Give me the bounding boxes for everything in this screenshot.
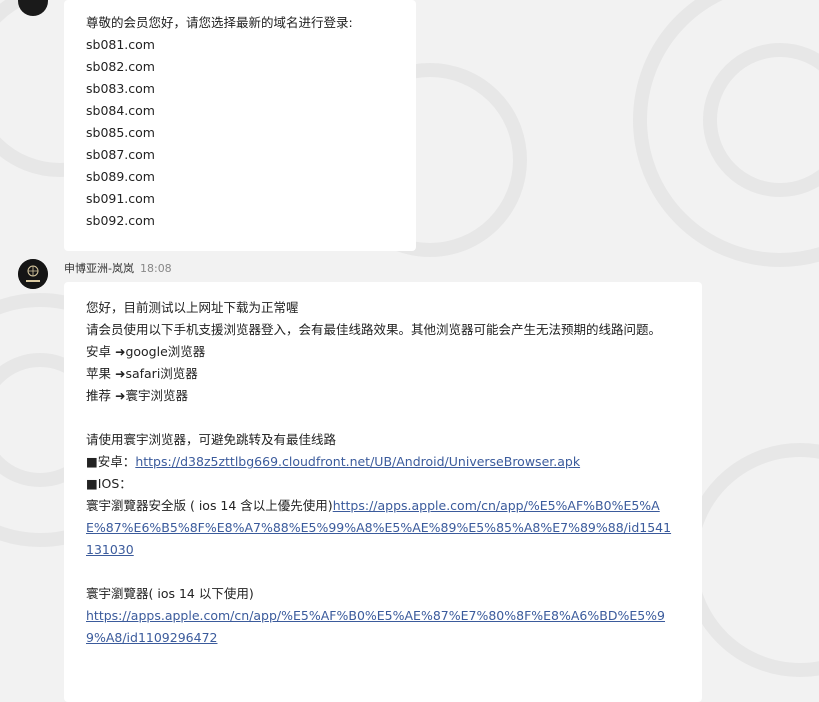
android-download-link[interactable]: https://d38z5zttlbg669.cloudfront.net/UB…: [135, 454, 580, 469]
message-text: 推荐 ➜寰宇浏览器: [86, 388, 188, 403]
message-text: 请会员使用以下手机支援浏览器登入，会有最佳线路效果。其他浏览器可能会产生无法预期…: [86, 322, 662, 337]
sender-name: 申博亚洲-岚岚: [64, 262, 134, 275]
ios-label: ■IOS：: [86, 476, 132, 491]
message-bubble-domains: 尊敬的会员您好，请您选择最新的域名进行登录: sb081.com sb082.c…: [64, 0, 416, 251]
ios-old-label: 寰宇瀏覽器( ios 14 以下使用): [86, 586, 254, 601]
domain-item: sb089.com: [86, 169, 155, 184]
domain-item: sb091.com: [86, 191, 155, 206]
domain-item: sb082.com: [86, 59, 155, 74]
message-text: 请使用寰宇浏览器，可避免跳转及有最佳线路: [86, 432, 337, 447]
domain-item: sb085.com: [86, 125, 155, 140]
message-text: 苹果 ➜safari浏览器: [86, 366, 198, 381]
avatar-logo-icon: [18, 259, 48, 289]
domain-item: sb083.com: [86, 81, 155, 96]
greeting-text: 尊敬的会员您好，请您选择最新的域名进行登录:: [86, 15, 353, 30]
ios-safe-label: 寰宇瀏覽器安全版 ( ios 14 含以上優先使用): [86, 498, 333, 513]
domain-item: sb084.com: [86, 103, 155, 118]
message-time: 18:08: [139, 262, 172, 275]
domain-item: sb087.com: [86, 147, 155, 162]
message-bubble-browsers: 您好，目前测试以上网址下载为正常喔 请会员使用以下手机支援浏览器登入，会有最佳线…: [64, 282, 702, 702]
ios-old-link[interactable]: https://apps.apple.com/cn/app/%E5%AF%B0%…: [86, 608, 665, 645]
domain-item: sb092.com: [86, 213, 155, 228]
avatar[interactable]: [18, 259, 48, 289]
message-text: 您好，目前测试以上网址下载为正常喔: [86, 300, 299, 315]
android-label: ■安卓：: [86, 454, 136, 469]
message-sender-line: 申博亚洲-岚岚 18:08: [64, 260, 172, 276]
domain-item: sb081.com: [86, 37, 155, 52]
message-text: 安卓 ➜google浏览器: [86, 344, 206, 359]
